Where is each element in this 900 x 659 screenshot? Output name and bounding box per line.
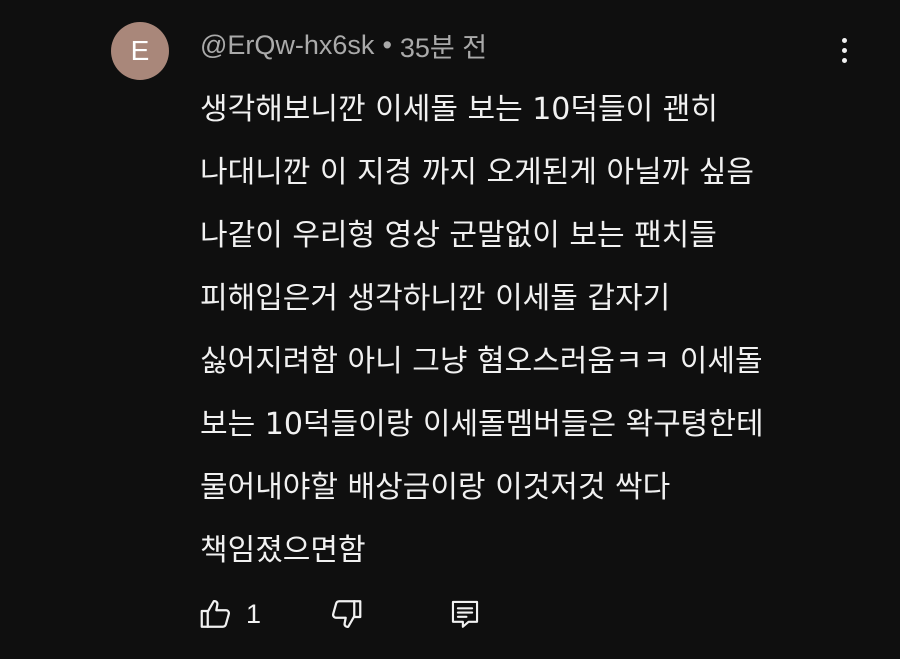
comment-line: 나같이 우리형 영상 군말없이 보는 팬치들	[200, 218, 717, 253]
avatar[interactable]: E	[111, 22, 169, 80]
comment-line: 피해입은거 생각하니깐 이세돌 갑자기	[200, 281, 671, 316]
comment-line: 책임졌으면함	[200, 533, 366, 568]
comment-timestamp[interactable]: 35분 전	[400, 26, 487, 65]
comment-body: 생각해보니깐 이세돌 보는 10덕들이 괜히 나대니깐 이 지경 까지 오게된게…	[200, 78, 880, 582]
more-vert-icon-dot	[841, 57, 847, 63]
comment-line: 싫어지려함 아니 그냥 혐오스러움ㅋㅋ 이세돌	[200, 344, 763, 379]
author-name[interactable]: @ErQw-hx6sk	[200, 30, 374, 61]
comment-line: 나대니깐 이 지경 까지 오게된게 아닐까 싶음	[200, 155, 755, 190]
comment-line: 물어내야할 배상금이랑 이것저것 싹다	[200, 470, 671, 505]
more-options-button[interactable]	[826, 30, 862, 70]
comment-actions: 1	[198, 592, 598, 636]
reply-button[interactable]	[448, 592, 482, 636]
comment-header: @ErQw-hx6sk • 35분 전	[200, 26, 487, 64]
more-vert-icon	[841, 37, 847, 43]
thumbs-up-icon	[198, 596, 234, 632]
like-button[interactable]: 1	[198, 592, 261, 636]
comment-line: 생각해보니깐 이세돌 보는 10덕들이 괜히	[200, 92, 718, 127]
like-count: 1	[246, 598, 262, 629]
avatar-letter: E	[130, 35, 150, 66]
header-separator: •	[382, 29, 392, 60]
reply-icon	[448, 596, 482, 632]
comment-thread: E @ErQw-hx6sk • 35분 전 생각해보니깐 이세돌 보는 10덕들…	[0, 0, 900, 659]
comment-line: 보는 10덕들이랑 이세돌멤버들은 왁구텽한테	[200, 407, 764, 442]
thumbs-down-icon	[328, 596, 364, 632]
dislike-button[interactable]	[328, 592, 364, 636]
more-vert-icon-dot	[841, 47, 847, 53]
